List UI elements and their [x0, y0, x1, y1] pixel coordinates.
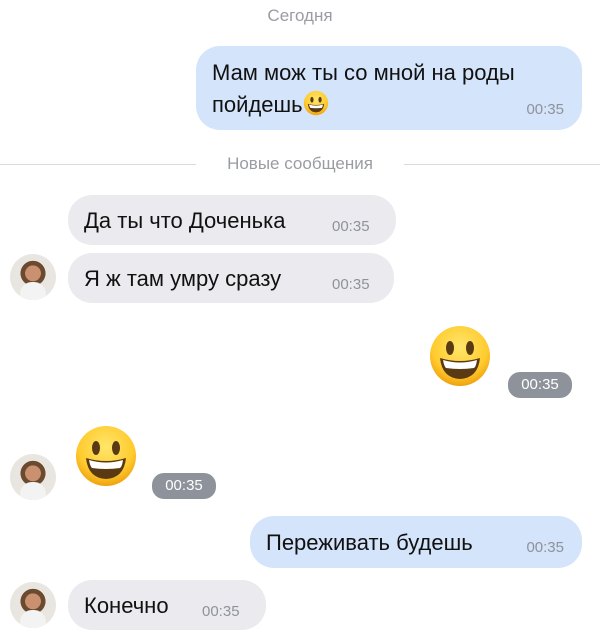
new-messages-divider: Новые сообщения	[227, 154, 373, 173]
avatar[interactable]	[10, 254, 56, 300]
message-text: Переживать будешь	[266, 530, 473, 555]
message-text: Конечно	[84, 593, 169, 618]
message-time: 00:35	[508, 372, 572, 398]
message-time: 00:35	[332, 218, 370, 235]
message-bubble-incoming[interactable]: Да ты что Доченька 00:35	[68, 195, 396, 245]
message-bubble-outgoing[interactable]: Переживать будешь 00:35	[250, 516, 582, 568]
message-bubble-incoming[interactable]: Конечно 00:35	[68, 580, 266, 630]
message-time: 00:35	[152, 473, 216, 499]
grinning-face-icon	[74, 424, 138, 488]
message-text: Мам мож ты со мной на роды	[212, 60, 515, 85]
avatar[interactable]	[10, 454, 56, 500]
message-time: 00:35	[332, 276, 370, 293]
message-bubble-outgoing[interactable]: Мам мож ты со мной на роды пойдешь 00:35	[196, 46, 582, 130]
message-time: 00:35	[526, 539, 564, 556]
message-time: 00:35	[202, 603, 240, 620]
grinning-face-icon	[428, 324, 492, 388]
message-text: пойдешь	[212, 92, 303, 117]
avatar[interactable]	[10, 582, 56, 628]
message-text: Я ж там умру сразу	[84, 266, 282, 291]
message-text: Да ты что Доченька	[84, 208, 286, 233]
message-time: 00:35	[526, 101, 564, 118]
message-bubble-incoming[interactable]: Я ж там умру сразу 00:35	[68, 253, 394, 303]
grinning-face-icon	[303, 90, 329, 116]
message-text-line2: пойдешь	[212, 90, 329, 118]
date-separator: Сегодня	[267, 6, 333, 25]
